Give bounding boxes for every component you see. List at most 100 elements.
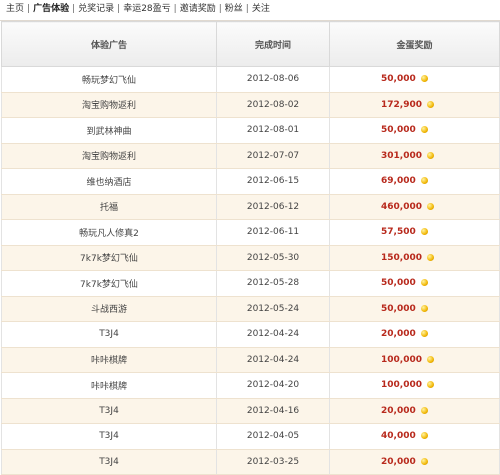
nav-separator: |: [117, 4, 121, 14]
reward-amount: 301,000: [381, 150, 422, 161]
completion-date-cell: 2012-08-06: [216, 66, 330, 93]
reward-cell: 50,000: [329, 270, 500, 297]
reward-amount: 150,000: [381, 252, 422, 263]
top-nav: 主页 | 广告体验 | 兑奖记录 | 幸运28盈亏 | 邀请奖励 | 粉丝 | 关注: [0, 0, 500, 21]
nav-link-0[interactable]: 主页: [6, 4, 24, 14]
completion-date-cell: 2012-04-24: [216, 321, 330, 348]
table-row: 淘宝购物返利 2012-07-07 301,000: [1, 143, 500, 169]
completion-date-cell: 2012-05-30: [216, 245, 330, 271]
reward-amount: 57,500: [381, 227, 416, 238]
reward-amount: 50,000: [381, 278, 416, 289]
completion-date-cell: 2012-04-16: [216, 398, 330, 424]
reward-amount: 20,000: [381, 405, 416, 416]
reward-amount: 69,000: [381, 176, 416, 187]
nav-link-1[interactable]: 广告体验: [33, 4, 69, 14]
completion-date-cell: 2012-08-01: [216, 117, 330, 144]
ad-name-cell: 淘宝购物返利: [1, 143, 217, 169]
reward-cell: 301,000: [329, 143, 500, 169]
gold-coin-icon: [420, 304, 428, 312]
gold-coin-icon: [420, 432, 428, 440]
nav-separator: |: [173, 4, 177, 14]
table-row: 7k7k梦幻飞仙 2012-05-28 50,000: [1, 270, 500, 297]
ad-name-cell: T3J4: [1, 398, 217, 424]
table-row: T3J4 2012-04-05 40,000: [1, 423, 500, 450]
ad-name-cell: 7k7k梦幻飞仙: [1, 270, 217, 297]
nav-separator: |: [72, 4, 76, 14]
gold-coin-icon: [427, 202, 434, 210]
gold-coin-icon: [420, 406, 428, 414]
table-row: 畅玩凡人修真2 2012-06-11 57,500: [1, 219, 500, 246]
completion-date-cell: 2012-05-24: [216, 296, 330, 322]
reward-cell: 40,000: [329, 423, 500, 450]
reward-cell: 172,900: [329, 92, 500, 118]
table-header-row: 体验广告 完成时间 金蛋奖励: [1, 21, 500, 67]
gold-coin-icon: [427, 253, 434, 261]
table-row: 咔咔棋牌 2012-04-24 100,000: [1, 347, 500, 373]
nav-link-5[interactable]: 粉丝: [225, 4, 243, 14]
gold-coin-icon: [427, 151, 434, 159]
completion-date-cell: 2012-04-05: [216, 423, 330, 450]
ad-name-cell: T3J4: [1, 423, 217, 450]
ad-name-cell: 7k7k梦幻飞仙: [1, 245, 217, 271]
ad-name-cell: T3J4: [1, 321, 217, 348]
nav-link-3[interactable]: 幸运28盈亏: [123, 4, 170, 14]
ad-name-cell: 到武林神曲: [1, 117, 217, 144]
ad-name-cell: 淘宝购物返利: [1, 92, 217, 118]
reward-cell: 50,000: [329, 296, 500, 322]
reward-cell: 69,000: [329, 168, 500, 195]
nav-link-4[interactable]: 邀请奖励: [180, 4, 216, 14]
table-row: T3J4 2012-04-24 20,000: [1, 321, 500, 348]
ad-name-cell: 托福: [1, 194, 217, 220]
gold-coin-icon: [427, 355, 434, 363]
completion-date-cell: 2012-06-15: [216, 168, 330, 195]
reward-cell: 460,000: [329, 194, 500, 220]
column-header-date: 完成时间: [216, 21, 330, 67]
gold-coin-icon: [427, 381, 434, 389]
completion-date-cell: 2012-05-28: [216, 270, 330, 297]
reward-cell: 50,000: [329, 66, 500, 93]
reward-amount: 460,000: [381, 201, 422, 212]
reward-amount: 40,000: [381, 431, 416, 442]
table-row: 咔咔棋牌 2012-04-20 100,000: [1, 372, 500, 399]
reward-amount: 172,900: [381, 99, 422, 110]
table-row: 到武林神曲 2012-08-01 50,000: [1, 117, 500, 144]
reward-cell: 150,000: [329, 245, 500, 271]
ad-experience-table: 体验广告 完成时间 金蛋奖励 畅玩梦幻飞仙 2012-08-06 50,000 淘宝购…: [1, 21, 500, 475]
column-header-reward: 金蛋奖励: [329, 21, 500, 67]
nav-link-6[interactable]: 关注: [252, 4, 270, 14]
gold-coin-icon: [420, 330, 428, 338]
completion-date-cell: 2012-06-11: [216, 219, 330, 246]
table-row: 畅玩梦幻飞仙 2012-08-06 50,000: [1, 66, 500, 93]
reward-cell: 100,000: [329, 347, 500, 373]
reward-cell: 20,000: [329, 398, 500, 424]
nav-separator: |: [27, 4, 31, 14]
table-row: 7k7k梦幻飞仙 2012-05-30 150,000: [1, 245, 500, 271]
reward-amount: 100,000: [381, 380, 422, 391]
table-row: 维也纳酒店 2012-06-15 69,000: [1, 168, 500, 195]
completion-date-cell: 2012-04-24: [216, 347, 330, 373]
ad-name-cell: 斗战西游: [1, 296, 217, 322]
reward-cell: 57,500: [329, 219, 500, 246]
gold-coin-icon: [420, 126, 428, 134]
ad-name-cell: 畅玩梦幻飞仙: [1, 66, 217, 93]
reward-amount: 50,000: [381, 303, 416, 314]
completion-date-cell: 2012-07-07: [216, 143, 330, 169]
table-body: 畅玩梦幻飞仙 2012-08-06 50,000 淘宝购物返利 2012-08-02 17…: [1, 66, 500, 475]
nav-link-2[interactable]: 兑奖记录: [78, 4, 114, 14]
gold-coin-icon: [420, 75, 428, 83]
reward-amount: 50,000: [381, 125, 416, 136]
gold-coin-icon: [420, 228, 428, 236]
table-row: 托福 2012-06-12 460,000: [1, 194, 500, 220]
gold-coin-icon: [420, 279, 428, 287]
reward-amount: 20,000: [381, 329, 416, 340]
ad-name-cell: 咔咔棋牌: [1, 372, 217, 399]
reward-amount: 50,000: [381, 74, 416, 85]
table-row: T3J4 2012-04-16 20,000: [1, 398, 500, 424]
reward-cell: 50,000: [329, 117, 500, 144]
table-row: 斗战西游 2012-05-24 50,000: [1, 296, 500, 322]
ad-name-cell: 畅玩凡人修真2: [1, 219, 217, 246]
completion-date-cell: 2012-04-20: [216, 372, 330, 399]
reward-amount: 100,000: [381, 354, 422, 365]
completion-date-cell: 2012-08-02: [216, 92, 330, 118]
nav-separator: |: [245, 4, 249, 14]
